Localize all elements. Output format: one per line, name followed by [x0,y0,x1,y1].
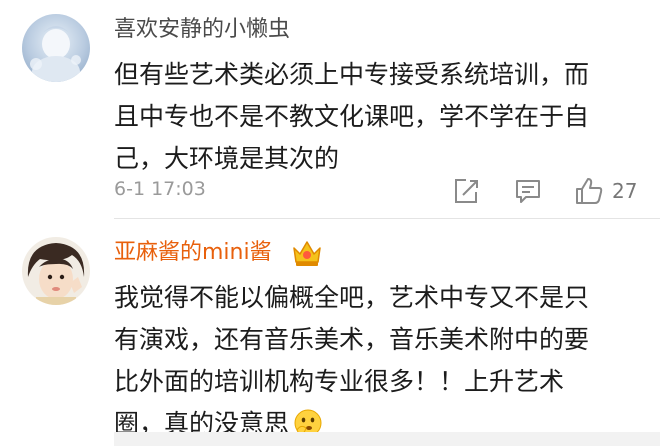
username[interactable]: 喜欢安静的小懒虫 [114,15,290,45]
comment-text: 但有些艺术类必须上中专接受系统培训，而 且中专也不是不教文化课吧，学不学在于自 … [114,54,644,180]
avatar[interactable] [22,237,90,305]
divider [114,218,660,219]
comment-line: 己，大环境是其次的 [114,144,340,173]
avatar[interactable] [22,14,90,82]
crown-badge-icon [290,236,324,270]
avatar-image [22,237,90,305]
comment-text: 我觉得不能以偏概全吧，艺术中专又不是只 有演戏，还有音乐美术，音乐美术附中的要 … [114,277,644,445]
comment-line: 但有些艺术类必须上中专接受系统培训，而 [114,60,590,89]
thumbs-up-icon [576,178,603,204]
comment-line: 且中专也不是不教文化课吧，学不学在于自 [114,102,590,131]
comment-line: 有演戏，还有音乐美术，音乐美术附中的要 [114,325,590,354]
reply-strip [114,432,660,446]
share-button[interactable] [452,175,480,207]
comment-item: 喜欢安静的小懒虫 但有些艺术类必须上中专接受系统培训，而 且中专也不是不教文化课… [0,0,660,220]
avatar-image [22,14,90,82]
username[interactable]: 亚麻酱的mini酱 [114,238,272,268]
like-button[interactable]: 27 [574,175,637,207]
comment-icon [516,180,540,203]
share-icon [455,179,478,203]
comment-line: 我觉得不能以偏概全吧，艺术中专又不是只 [114,283,590,312]
comment-line: 比外面的培训机构专业很多！！上升艺术 [114,367,565,396]
comment-meta: 6-1 17:03 27 [114,175,644,207]
comment-button[interactable] [514,175,542,207]
timestamp: 6-1 17:03 [114,178,206,200]
comment-item: 亚麻酱的mini酱 我觉得不能以偏概全吧，艺术中专又不是只 有演戏，还有音乐美术… [0,222,660,438]
like-count: 27 [612,179,638,203]
